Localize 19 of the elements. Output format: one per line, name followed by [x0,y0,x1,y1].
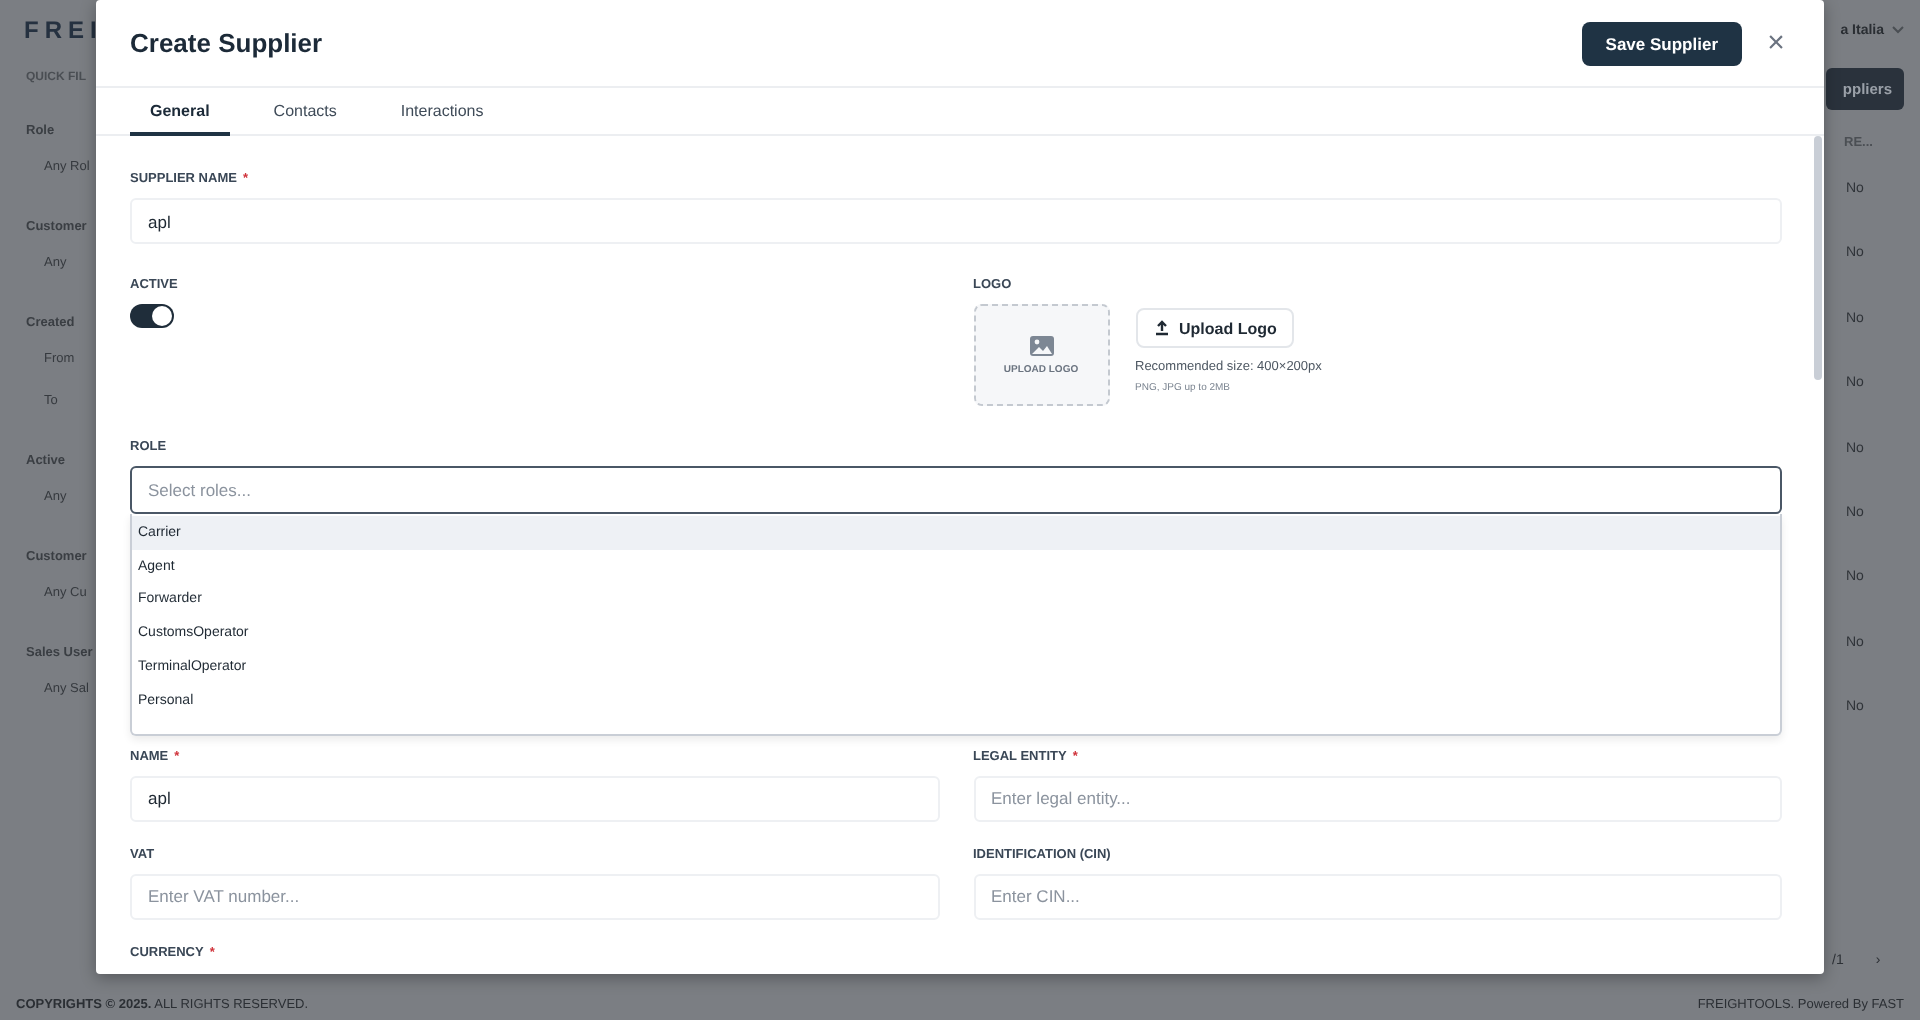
tab[interactable]: Contacts [253,88,357,136]
text-field[interactable]: Enter VAT number... [130,873,939,920]
text-field[interactable]: apl [130,775,939,822]
save-button[interactable]: Save Supplier [1581,21,1742,65]
close-button[interactable]: × [1762,26,1790,60]
chevron-down-icon [1892,26,1904,34]
roles-select-field[interactable]: Select roles... [130,466,1782,514]
toggle-switch[interactable] [130,304,174,328]
scrollbar-thumb[interactable] [1814,136,1822,380]
tab[interactable]: Interactions [380,88,504,136]
image-icon [1029,335,1053,355]
upload-logo-button[interactable]: Upload Logo [1135,308,1295,348]
text-field[interactable]: Enter legal entity... [973,775,1782,822]
upload-icon [1153,320,1169,336]
dialog-title: Create Supplier [130,28,325,58]
text-field[interactable]: Enter CIN... [973,873,1782,920]
app-logo: FREI [24,16,103,44]
text-field[interactable]: apl [130,198,1782,244]
tab[interactable]: General [130,88,230,136]
